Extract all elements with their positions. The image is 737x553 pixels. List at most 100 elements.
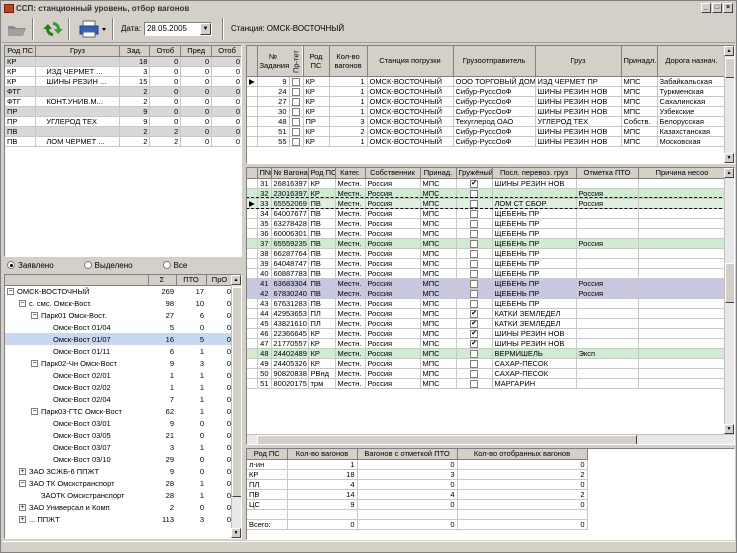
table-row[interactable]: ЦС 9 0 0: [247, 499, 588, 510]
tree-node[interactable]: − ОМСК-ВОСТОЧНЫЙ 269 17 0: [5, 285, 233, 297]
tree-node[interactable]: Омск-Вост 02/04 7 1 0: [5, 393, 233, 405]
tree-node[interactable]: +... ППЖТ 113 3 0: [5, 513, 233, 525]
column-header[interactable]: Принад.: [420, 168, 457, 179]
table-row[interactable]: ПЛ 4 0 0: [247, 479, 588, 490]
table-row[interactable]: [247, 509, 588, 520]
tree-expander-icon[interactable]: −: [19, 480, 26, 488]
tree-node[interactable]: + ЗАО Универсал и Комп 2 0 0: [5, 501, 233, 513]
column-header[interactable]: Кол-во вагонов: [287, 449, 358, 460]
table-row[interactable]: КР 18 0 0 0: [5, 56, 241, 67]
tree-expander-icon[interactable]: −: [31, 360, 38, 368]
table-row[interactable]: ПВ 2 2 0 0: [5, 126, 241, 137]
table-row[interactable]: ПВ 14 4 2: [247, 489, 588, 500]
dropdown-arrow-icon[interactable]: ▼: [199, 22, 211, 35]
table-row[interactable]: ПВ ЛОМ ЧЕРМЕТ ... 2 2 0 0: [5, 136, 241, 147]
wagons-hscrollbar[interactable]: [247, 434, 734, 444]
priority-checkbox[interactable]: [289, 126, 304, 137]
scroll-thumb[interactable]: [257, 435, 637, 444]
table-row[interactable]: 45 43821610 ПЛ Местн. Россия МПС ✔ КАТКИ ЗЕМЛЕД…: [247, 318, 727, 329]
priority-checkbox[interactable]: [289, 116, 304, 127]
loaded-checkbox[interactable]: [456, 228, 493, 239]
tree-node[interactable]: Омск-Вост 01/04 5 0 0: [5, 321, 233, 333]
tree-node[interactable]: − Парк03-ГТС Омск-Вост 62 1 0: [5, 405, 233, 417]
table-row[interactable]: 51 КР 2 ОМСК-ВОСТОЧНЫЙ Сибур-РуссОоФ ШИНЫ РЕЗ…: [247, 126, 727, 137]
priority-checkbox[interactable]: [289, 136, 304, 147]
tree-node[interactable]: Омск-Вост 02/02 1 1 0: [5, 381, 233, 393]
table-row[interactable]: 44 42953653 ПЛ Местн. Россия МПС ✔ КАТКИ ЗЕМЛЕД…: [247, 308, 727, 319]
column-header[interactable]: № Задания: [257, 46, 290, 77]
tree-node[interactable]: ЗАОТК Омскстранспорт 28 1 0: [5, 489, 233, 501]
table-row[interactable]: ФТГ КОНТ.УНИВ.М... 2 0 0 0: [5, 96, 241, 107]
column-header[interactable]: Отоб: [149, 46, 182, 57]
table-row[interactable]: ▶ 9 КР 1 ОМСК-ВОСТОЧНЫЙ ООО ТОРГОВЫЙ ДОМ ИЗД Ч…: [247, 76, 727, 87]
table-row[interactable]: 36 60006301 ПВ Местн. Россия МПС ЩЕБЕНЬ ПР: [247, 228, 727, 239]
table-row[interactable]: КР ИЗД ЧЕРМЕТ ... 3 0 0 0: [5, 66, 241, 77]
column-header[interactable]: ПрО: [206, 275, 234, 286]
loaded-checkbox[interactable]: ✔: [456, 328, 493, 339]
column-header[interactable]: Род ПС: [247, 449, 288, 460]
scroll-down-icon[interactable]: ▼: [231, 528, 241, 538]
tree-node[interactable]: − Парк01 Омск-Вост. 27 6 0: [5, 309, 233, 321]
tree-node[interactable]: Омск-Вост 03/01 9 0 0: [5, 417, 233, 429]
tree-node[interactable]: Омск-Вост 01/11 6 1 0: [5, 345, 233, 357]
loaded-checkbox[interactable]: [456, 208, 493, 219]
table-row[interactable]: 30 КР 1 ОМСК-ВОСТОЧНЫЙ Сибур-РуссОоФ ШИНЫ РЕЗ…: [247, 106, 727, 117]
tree-expander-icon[interactable]: +: [19, 516, 26, 524]
column-header[interactable]: Отметка ПТО: [576, 168, 639, 179]
tree-expander-icon[interactable]: −: [19, 300, 26, 308]
column-header[interactable]: Кол-во отобранных вагонов: [457, 449, 588, 460]
scroll-down-icon[interactable]: ▼: [724, 153, 734, 163]
table-row[interactable]: л-ин 1 0 0: [247, 459, 588, 470]
table-row[interactable]: 48 24402489 КР Местн. Россия МПС ВЕРМИШЕЛЬ Эксп: [247, 348, 727, 359]
column-header[interactable]: Род ПС: [308, 168, 336, 179]
table-row[interactable]: 46 22366645 КР Местн. Россия МПС ✔ ШИНЫ РЕЗИН Н…: [247, 328, 727, 339]
table-row[interactable]: 39 64048747 ПВ Местн. Россия МПС ЩЕБЕНЬ ПР: [247, 258, 727, 269]
column-header[interactable]: Род ПС: [5, 46, 37, 57]
table-row[interactable]: ФТГ 2 0 0 0: [5, 86, 241, 97]
column-header[interactable]: Груз: [35, 46, 120, 57]
column-header[interactable]: Зад.: [119, 46, 151, 57]
tree-node[interactable]: − Парк02-Чн Омск-Вост 9 3 0: [5, 357, 233, 369]
tree-scrollbar[interactable]: ▲ ▼: [231, 275, 241, 538]
column-header[interactable]: Дорога назнач.: [657, 46, 727, 77]
column-header[interactable]: Пр-тет: [289, 46, 303, 76]
tree-node[interactable]: Омск-Вост 03/05 21 0 0: [5, 429, 233, 441]
column-header[interactable]: Груз: [535, 46, 622, 77]
priority-checkbox[interactable]: [289, 96, 304, 107]
column-header[interactable]: Грузоотправитель: [453, 46, 536, 77]
loaded-checkbox[interactable]: ✔: [456, 178, 493, 189]
column-header[interactable]: Кол-во вагонов: [329, 46, 368, 77]
table-row[interactable]: 32 23016397 КР Местн. Россия МПС Россия: [247, 188, 727, 199]
column-header[interactable]: Σ: [148, 275, 177, 286]
table-row[interactable]: 34 64007677 ПВ Местн. Россия МПС ЩЕБЕНЬ ПР: [247, 208, 727, 219]
table-row[interactable]: 47 21770557 КР Местн. Россия МПС ✔ ШИНЫ РЕЗИН Н…: [247, 338, 727, 349]
loaded-checkbox[interactable]: [456, 348, 493, 359]
priority-checkbox[interactable]: [289, 76, 304, 87]
loaded-checkbox[interactable]: ✔: [456, 338, 493, 349]
column-header[interactable]: № Вагона: [271, 168, 309, 179]
scroll-up-icon[interactable]: ▲: [724, 46, 734, 56]
close-button[interactable]: ×: [723, 3, 733, 13]
date-picker[interactable]: 28.05.2005 ▼: [143, 21, 212, 36]
loaded-checkbox[interactable]: [456, 278, 493, 289]
column-header[interactable]: [5, 275, 149, 286]
table-row[interactable]: 40 60887783 ПВ Местн. Россия МПС ЩЕБЕНЬ ПР: [247, 268, 727, 279]
column-header[interactable]: Вагонов с отметкой ПТО: [357, 449, 458, 460]
tree-expander-icon[interactable]: +: [19, 468, 26, 476]
column-header[interactable]: Принадл.: [621, 46, 658, 77]
loaded-checkbox[interactable]: [456, 378, 493, 389]
filter-all-radio[interactable]: Все: [162, 261, 187, 270]
scroll-thumb[interactable]: [725, 58, 734, 78]
tree-node[interactable]: + ЗАО ЗСЖБ-6 ППЖТ 9 0 0: [5, 465, 233, 477]
table-row[interactable]: 50 90820838 РВнд Местн. Россия МПС САХАР-ПЕСОК: [247, 368, 727, 379]
table-row[interactable]: ПР 9 0 0 0: [5, 106, 241, 117]
loaded-checkbox[interactable]: [456, 218, 493, 229]
column-header[interactable]: Гружёный: [456, 168, 493, 179]
table-row[interactable]: ▶ 33 65552069 ПВ Местн. Россия МПС ЛОМ СТ СБОР Р…: [247, 197, 727, 210]
column-header[interactable]: Станция погрузки: [367, 46, 454, 77]
loaded-checkbox[interactable]: [456, 188, 493, 199]
refresh-button[interactable]: [42, 18, 64, 40]
loaded-checkbox[interactable]: [456, 288, 493, 299]
loaded-checkbox[interactable]: [456, 298, 493, 309]
table-row[interactable]: 41 63683304 ПВ Местн. Россия МПС ЩЕБЕНЬ ПР Росс…: [247, 278, 727, 289]
